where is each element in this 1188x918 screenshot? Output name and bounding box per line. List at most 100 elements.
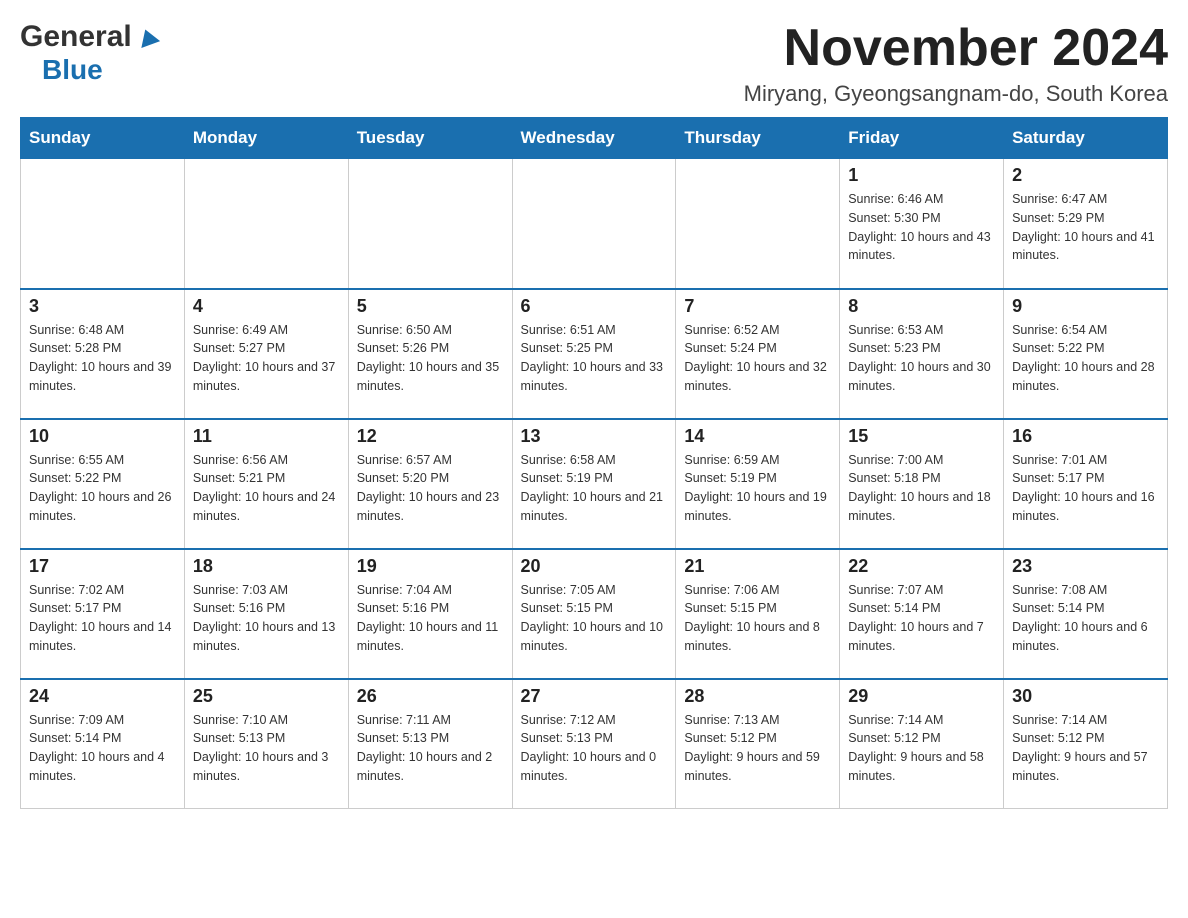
calendar-week-row: 1 Sunrise: 6:46 AMSunset: 5:30 PMDaylight… [21,159,1168,289]
calendar-cell: 9 Sunrise: 6:54 AMSunset: 5:22 PMDaylight… [1004,289,1168,419]
day-number: 13 [521,426,668,447]
day-info: Sunrise: 7:05 AMSunset: 5:15 PMDaylight:… [521,581,668,656]
day-number: 25 [193,686,340,707]
day-info: Sunrise: 7:12 AMSunset: 5:13 PMDaylight:… [521,711,668,786]
day-number: 26 [357,686,504,707]
day-number: 17 [29,556,176,577]
day-number: 21 [684,556,831,577]
day-number: 22 [848,556,995,577]
calendar-header-sunday: Sunday [21,118,185,159]
calendar-cell: 11 Sunrise: 6:56 AMSunset: 5:21 PMDayligh… [184,419,348,549]
day-number: 20 [521,556,668,577]
calendar-cell: 24 Sunrise: 7:09 AMSunset: 5:14 PMDayligh… [21,679,185,809]
day-number: 30 [1012,686,1159,707]
day-info: Sunrise: 7:00 AMSunset: 5:18 PMDaylight:… [848,451,995,526]
day-number: 24 [29,686,176,707]
calendar-cell: 7Sunrise: 6:52 AMSunset: 5:24 PMDaylight… [676,289,840,419]
calendar-cell: 22 Sunrise: 7:07 AMSunset: 5:14 PMDayligh… [840,549,1004,679]
day-number: 12 [357,426,504,447]
day-info: Sunrise: 7:03 AMSunset: 5:16 PMDaylight:… [193,581,340,656]
calendar-cell: 8 Sunrise: 6:53 AMSunset: 5:23 PMDaylight… [840,289,1004,419]
day-number: 18 [193,556,340,577]
calendar-header-tuesday: Tuesday [348,118,512,159]
day-info: Sunrise: 6:52 AMSunset: 5:24 PMDaylight:… [684,321,831,396]
calendar-week-row: 17 Sunrise: 7:02 AMSunset: 5:17 PMDayligh… [21,549,1168,679]
day-number: 9 [1012,296,1159,317]
month-title: November 2024 [744,20,1168,77]
calendar-cell: 14 Sunrise: 6:59 AMSunset: 5:19 PMDayligh… [676,419,840,549]
day-number: 3 [29,296,176,317]
day-info: Sunrise: 6:58 AMSunset: 5:19 PMDaylight:… [521,451,668,526]
calendar-cell [348,159,512,289]
calendar-header-saturday: Saturday [1004,118,1168,159]
calendar-cell: 3Sunrise: 6:48 AMSunset: 5:28 PMDaylight… [21,289,185,419]
day-info: Sunrise: 7:10 AMSunset: 5:13 PMDaylight:… [193,711,340,786]
day-number: 5 [357,296,504,317]
logo-triangle-icon [134,21,162,49]
calendar-cell: 19Sunrise: 7:04 AMSunset: 5:16 PMDayligh… [348,549,512,679]
calendar-cell: 26Sunrise: 7:11 AMSunset: 5:13 PMDayligh… [348,679,512,809]
day-number: 8 [848,296,995,317]
day-number: 27 [521,686,668,707]
day-info: Sunrise: 6:46 AMSunset: 5:30 PMDaylight:… [848,190,995,265]
day-number: 2 [1012,165,1159,186]
day-number: 10 [29,426,176,447]
calendar-cell: 10 Sunrise: 6:55 AMSunset: 5:22 PMDayligh… [21,419,185,549]
calendar-cell: 28Sunrise: 7:13 AMSunset: 5:12 PMDayligh… [676,679,840,809]
logo-blue: Blue [42,54,103,86]
day-info: Sunrise: 6:56 AMSunset: 5:21 PMDaylight:… [193,451,340,526]
day-number: 14 [684,426,831,447]
title-section: November 2024 Miryang, Gyeongsangnam-do,… [744,20,1168,107]
day-info: Sunrise: 7:02 AMSunset: 5:17 PMDaylight:… [29,581,176,656]
day-info: Sunrise: 6:57 AMSunset: 5:20 PMDaylight:… [357,451,504,526]
calendar-cell: 5Sunrise: 6:50 AMSunset: 5:26 PMDaylight… [348,289,512,419]
day-info: Sunrise: 6:51 AMSunset: 5:25 PMDaylight:… [521,321,668,396]
day-info: Sunrise: 6:47 AMSunset: 5:29 PMDaylight:… [1012,190,1159,265]
calendar-cell: 30 Sunrise: 7:14 AMSunset: 5:12 PMDayligh… [1004,679,1168,809]
calendar-header-row: SundayMondayTuesdayWednesdayThursdayFrid… [21,118,1168,159]
day-info: Sunrise: 6:49 AMSunset: 5:27 PMDaylight:… [193,321,340,396]
calendar-cell [512,159,676,289]
calendar-week-row: 3Sunrise: 6:48 AMSunset: 5:28 PMDaylight… [21,289,1168,419]
day-info: Sunrise: 6:59 AMSunset: 5:19 PMDaylight:… [684,451,831,526]
calendar-cell: 27 Sunrise: 7:12 AMSunset: 5:13 PMDayligh… [512,679,676,809]
calendar-header-thursday: Thursday [676,118,840,159]
calendar-cell [21,159,185,289]
location-title: Miryang, Gyeongsangnam-do, South Korea [744,81,1168,107]
calendar-cell: 17 Sunrise: 7:02 AMSunset: 5:17 PMDayligh… [21,549,185,679]
page-header: General Blue November 2024 Miryang, Gyeo… [20,20,1168,107]
calendar-cell [676,159,840,289]
day-info: Sunrise: 7:14 AMSunset: 5:12 PMDaylight:… [848,711,995,786]
day-info: Sunrise: 6:53 AMSunset: 5:23 PMDaylight:… [848,321,995,396]
calendar-cell: 16Sunrise: 7:01 AMSunset: 5:17 PMDayligh… [1004,419,1168,549]
calendar-cell: 4Sunrise: 6:49 AMSunset: 5:27 PMDaylight… [184,289,348,419]
day-info: Sunrise: 6:55 AMSunset: 5:22 PMDaylight:… [29,451,176,526]
day-info: Sunrise: 7:14 AMSunset: 5:12 PMDaylight:… [1012,711,1159,786]
calendar-cell: 29 Sunrise: 7:14 AMSunset: 5:12 PMDayligh… [840,679,1004,809]
calendar-week-row: 10 Sunrise: 6:55 AMSunset: 5:22 PMDayligh… [21,419,1168,549]
day-number: 28 [684,686,831,707]
calendar-cell: 21 Sunrise: 7:06 AMSunset: 5:15 PMDayligh… [676,549,840,679]
calendar-cell [184,159,348,289]
day-number: 11 [193,426,340,447]
calendar-cell: 6Sunrise: 6:51 AMSunset: 5:25 PMDaylight… [512,289,676,419]
day-info: Sunrise: 7:06 AMSunset: 5:15 PMDaylight:… [684,581,831,656]
day-info: Sunrise: 7:09 AMSunset: 5:14 PMDaylight:… [29,711,176,786]
calendar-cell: 15Sunrise: 7:00 AMSunset: 5:18 PMDayligh… [840,419,1004,549]
day-info: Sunrise: 7:07 AMSunset: 5:14 PMDaylight:… [848,581,995,656]
day-number: 1 [848,165,995,186]
calendar-cell: 18 Sunrise: 7:03 AMSunset: 5:16 PMDayligh… [184,549,348,679]
calendar-cell: 2 Sunrise: 6:47 AMSunset: 5:29 PMDaylight… [1004,159,1168,289]
calendar-header-monday: Monday [184,118,348,159]
day-number: 23 [1012,556,1159,577]
calendar-week-row: 24 Sunrise: 7:09 AMSunset: 5:14 PMDayligh… [21,679,1168,809]
calendar-cell: 1 Sunrise: 6:46 AMSunset: 5:30 PMDaylight… [840,159,1004,289]
day-number: 29 [848,686,995,707]
calendar-cell: 13 Sunrise: 6:58 AMSunset: 5:19 PMDayligh… [512,419,676,549]
calendar-cell: 23 Sunrise: 7:08 AMSunset: 5:14 PMDayligh… [1004,549,1168,679]
logo: General Blue [20,20,162,86]
day-info: Sunrise: 6:54 AMSunset: 5:22 PMDaylight:… [1012,321,1159,396]
calendar-cell: 25 Sunrise: 7:10 AMSunset: 5:13 PMDayligh… [184,679,348,809]
day-info: Sunrise: 7:08 AMSunset: 5:14 PMDaylight:… [1012,581,1159,656]
calendar-cell: 20 Sunrise: 7:05 AMSunset: 5:15 PMDayligh… [512,549,676,679]
